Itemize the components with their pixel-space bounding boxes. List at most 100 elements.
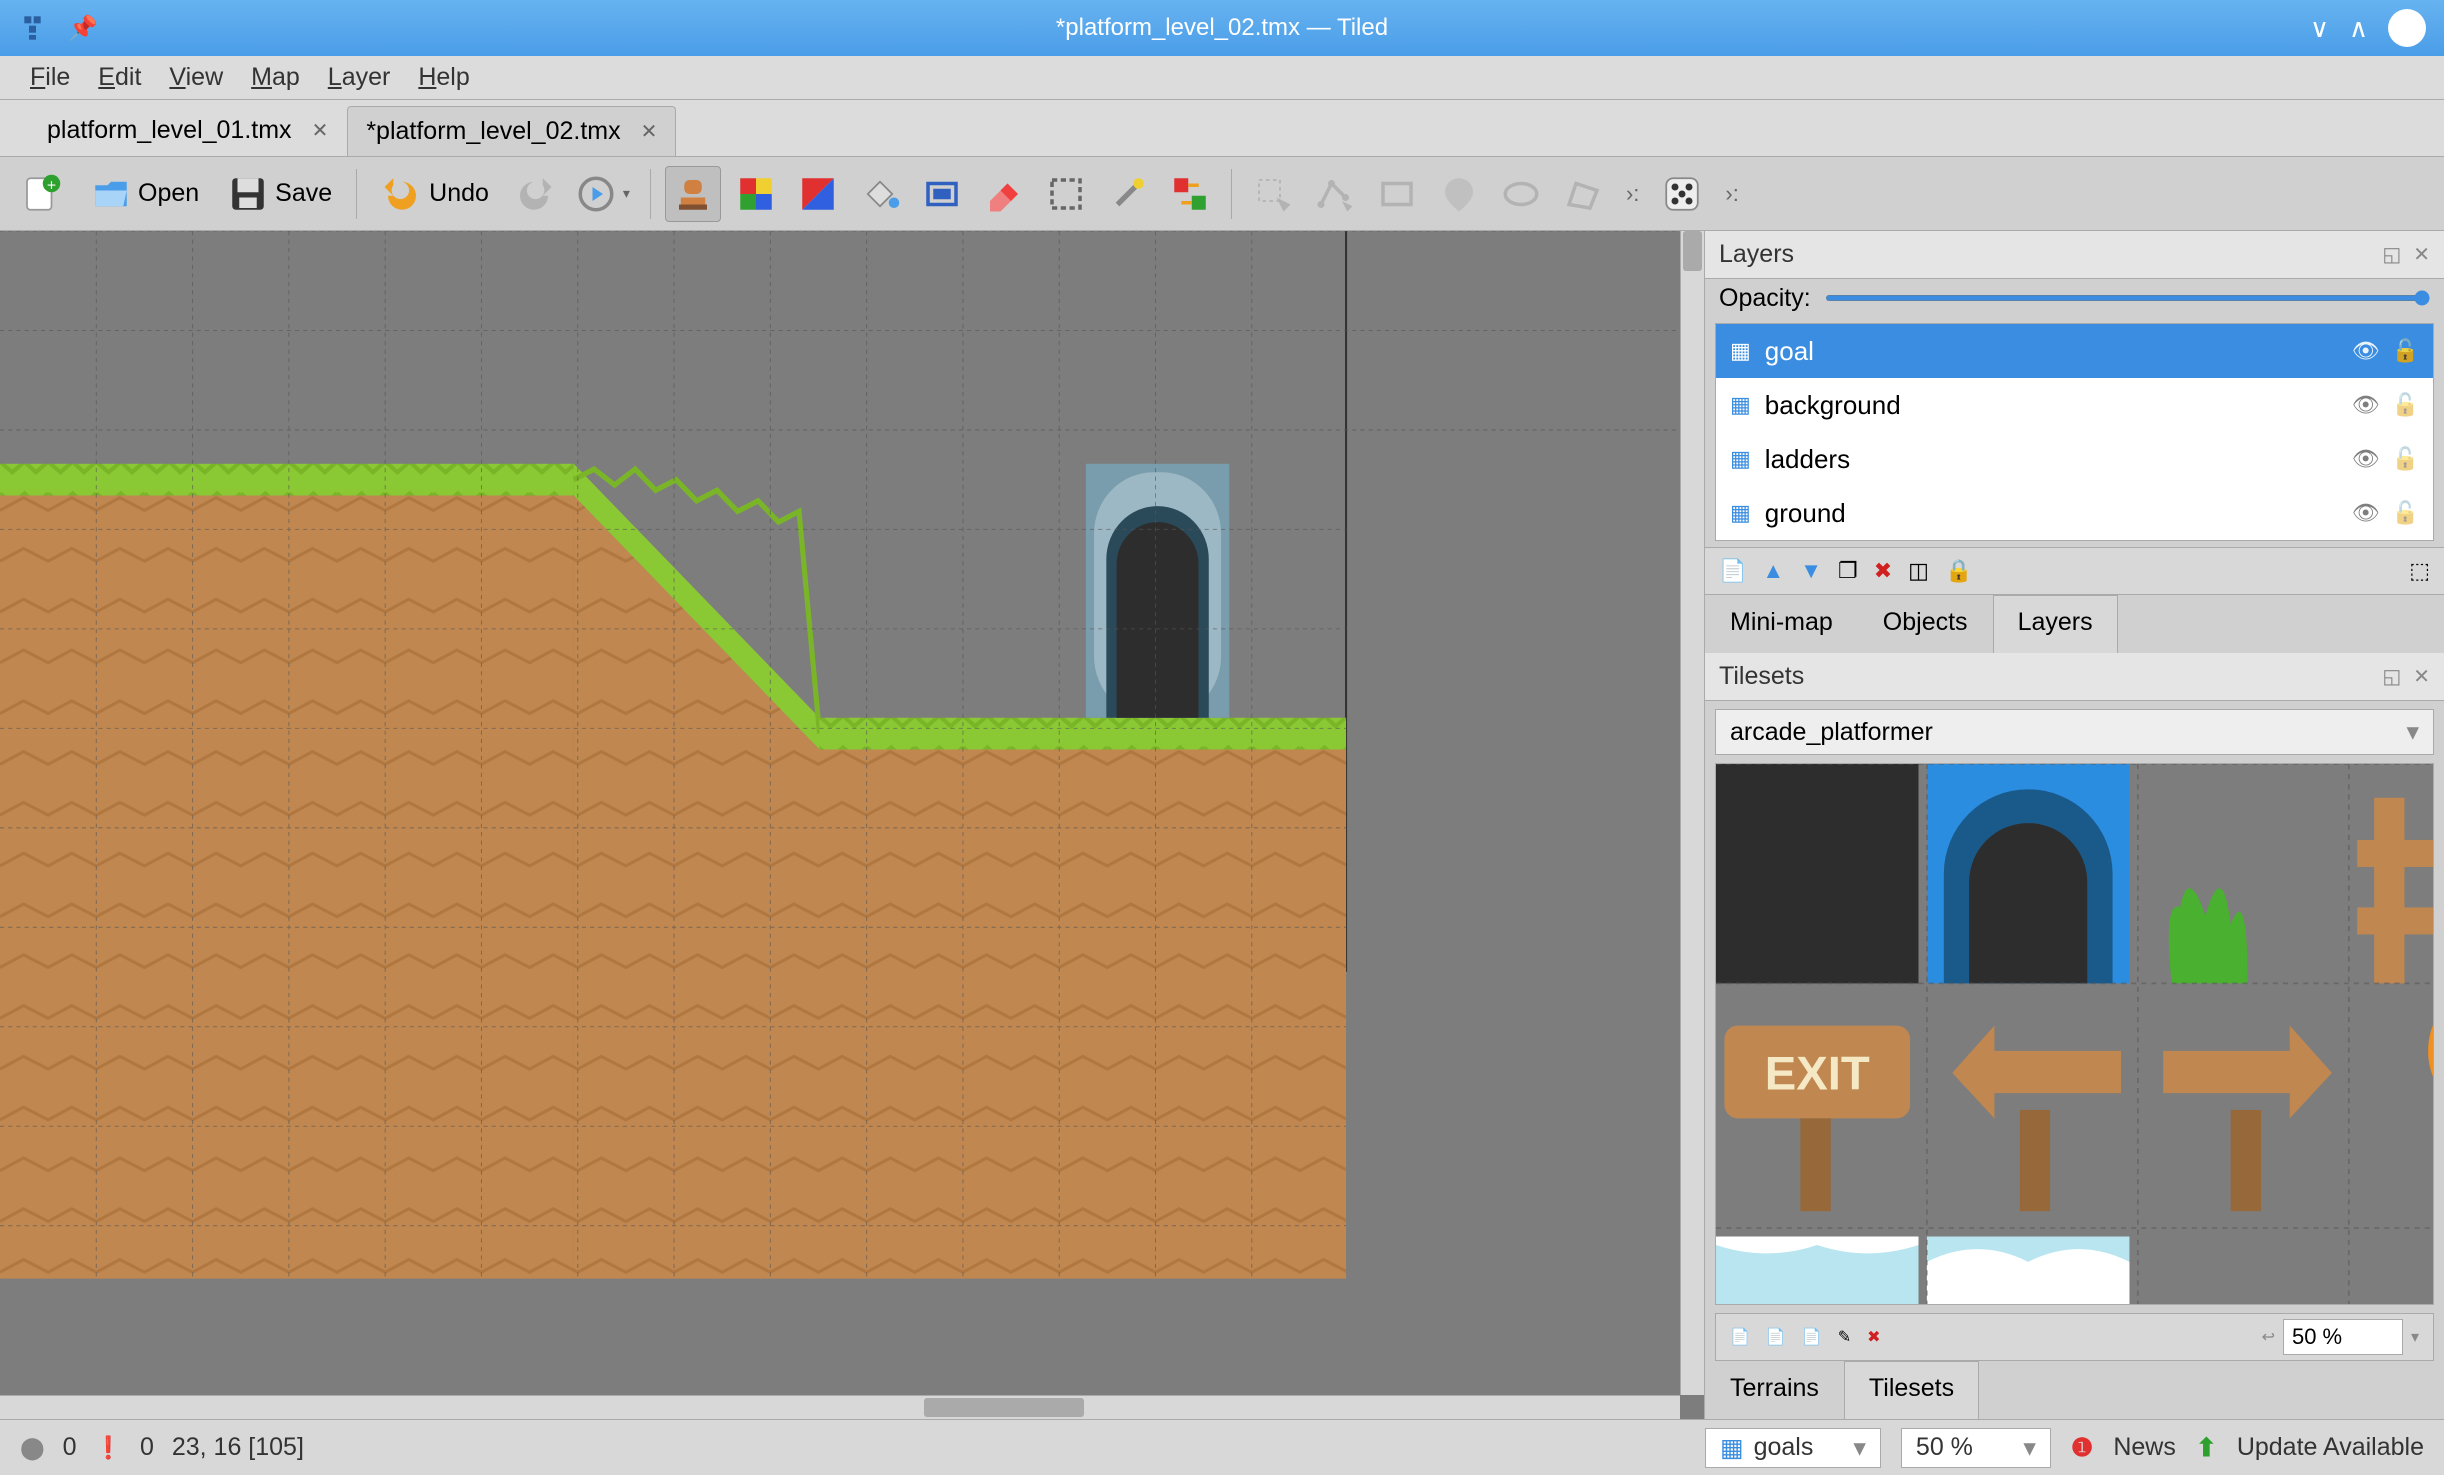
layers-tab[interactable]: Layers	[1993, 595, 2118, 653]
tile-layer-icon: ▦	[1730, 446, 1751, 472]
zoom-input[interactable]: 50 %▾	[1901, 1428, 2051, 1468]
menu-file[interactable]: File	[30, 63, 70, 92]
shape-fill-tool[interactable]	[915, 167, 969, 221]
layers-panel-header: Layers ◱✕	[1705, 231, 2444, 279]
layers-panel-tabs: Mini-map Objects Layers	[1705, 595, 2444, 653]
panel-close-icon[interactable]: ✕	[2413, 242, 2430, 267]
menu-edit[interactable]: Edit	[98, 63, 141, 92]
opacity-slider[interactable]	[1825, 295, 2430, 301]
document-tab[interactable]: platform_level_01.tmx ✕	[28, 105, 347, 156]
rect-select-tool[interactable]	[1039, 167, 1093, 221]
tab-label: *platform_level_02.tmx	[366, 117, 620, 146]
export-tileset-icon[interactable]: 📄	[1802, 1327, 1822, 1347]
dynamic-wrap-icon[interactable]: ↩	[2262, 1327, 2275, 1347]
news-link[interactable]: News	[2113, 1433, 2176, 1462]
wang-brush-tool[interactable]	[791, 167, 845, 221]
random-mode-button[interactable]	[1655, 167, 1709, 221]
layer-row[interactable]: ▦ goal 👁🔓	[1716, 324, 2433, 378]
maximize-button[interactable]: ∧	[2349, 13, 2368, 44]
lock-all-icon[interactable]: 🔒	[1945, 558, 1972, 584]
embed-tileset-icon[interactable]: 📄	[1766, 1327, 1786, 1347]
menu-layer[interactable]: Layer	[328, 63, 391, 92]
tab-close-icon[interactable]: ✕	[641, 119, 658, 144]
tile-layer-icon: ▦	[1730, 500, 1751, 526]
new-button[interactable]: +	[10, 167, 72, 221]
objects-tab[interactable]: Objects	[1858, 595, 1993, 653]
toggle-other-icon[interactable]: ◫	[1908, 558, 1929, 584]
lock-icon[interactable]: 🔓	[2392, 500, 2419, 526]
select-same-tool[interactable]	[1163, 167, 1217, 221]
menu-map[interactable]: Map	[251, 63, 300, 92]
bucket-fill-tool[interactable]	[853, 167, 907, 221]
visibility-icon[interactable]: 👁	[2352, 338, 2380, 364]
layer-row[interactable]: ▦ ladders 👁🔓	[1716, 432, 2433, 486]
minimap-tab[interactable]: Mini-map	[1705, 595, 1858, 653]
tilesets-panel-tabs: Terrains Tilesets	[1705, 1361, 2444, 1419]
insert-ellipse-tool[interactable]	[1494, 167, 1548, 221]
tileset-view[interactable]: EXIT	[1715, 763, 2434, 1305]
duplicate-layer-icon[interactable]: ❐	[1838, 558, 1858, 584]
new-tileset-icon[interactable]: 📄	[1730, 1327, 1750, 1347]
tileset-selector[interactable]: arcade_platformer ▾	[1715, 709, 2434, 755]
error-icon[interactable]: ⬤	[20, 1435, 45, 1461]
insert-rectangle-tool[interactable]	[1370, 167, 1424, 221]
tab-close-icon[interactable]: ✕	[312, 118, 329, 143]
layer-row[interactable]: ▦ background 👁🔓	[1716, 378, 2433, 432]
toolbar-overflow[interactable]: ›:	[1717, 181, 1746, 207]
window-close-button[interactable]: ✕	[2388, 9, 2426, 47]
visibility-icon[interactable]: 👁	[2352, 446, 2380, 472]
menu-view[interactable]: View	[169, 63, 223, 92]
command-button[interactable]: ▾	[569, 167, 636, 221]
terrains-tab[interactable]: Terrains	[1705, 1361, 1844, 1419]
layer-row[interactable]: ▦ ground 👁🔓	[1716, 486, 2433, 540]
redo-button[interactable]	[507, 167, 561, 221]
delete-layer-icon[interactable]: ✖	[1874, 558, 1892, 584]
layer-list: ▦ goal 👁🔓 ▦ background 👁🔓 ▦ ladders 👁🔓 ▦…	[1715, 323, 2434, 541]
tileset-zoom-input[interactable]	[2283, 1319, 2403, 1355]
magic-wand-tool[interactable]	[1101, 167, 1155, 221]
new-layer-icon[interactable]: 📄	[1719, 558, 1746, 584]
toolbar-overflow[interactable]: ›:	[1618, 181, 1647, 207]
undo-button[interactable]: Undo	[371, 167, 499, 221]
delete-tileset-icon[interactable]: ✖	[1867, 1327, 1880, 1347]
tileset-toolbar: 📄 📄 📄 ✎ ✖ ↩ ▾	[1715, 1313, 2434, 1361]
map-canvas-area[interactable]	[0, 231, 1704, 1419]
move-up-icon[interactable]: ▲	[1762, 558, 1784, 584]
dropdown-icon[interactable]: ▾	[2411, 1327, 2419, 1347]
lock-icon[interactable]: 🔓	[2392, 392, 2419, 418]
edit-polygons-tool[interactable]	[1308, 167, 1362, 221]
tilesets-tab[interactable]: Tilesets	[1844, 1361, 1979, 1419]
layer-highlight-icon[interactable]: ⬚	[2409, 558, 2430, 584]
current-layer-selector[interactable]: ▦ goals ▾	[1705, 1428, 1881, 1468]
insert-point-tool[interactable]	[1432, 167, 1486, 221]
map-vertical-scrollbar[interactable]	[1680, 231, 1704, 1395]
visibility-icon[interactable]: 👁	[2352, 500, 2380, 526]
update-link[interactable]: Update Available	[2237, 1433, 2424, 1462]
map-horizontal-scrollbar[interactable]	[0, 1395, 1680, 1419]
edit-tileset-icon[interactable]: ✎	[1838, 1327, 1851, 1347]
warning-icon[interactable]: ❗	[95, 1435, 122, 1461]
lock-icon[interactable]: 🔓	[2392, 446, 2419, 472]
panel-float-icon[interactable]: ◱	[2382, 242, 2401, 267]
document-tab[interactable]: *platform_level_02.tmx ✕	[347, 106, 676, 156]
open-button[interactable]: Open	[80, 167, 209, 221]
tile-layer-icon: ▦	[1720, 1433, 1744, 1463]
move-down-icon[interactable]: ▼	[1800, 558, 1822, 584]
panel-close-icon[interactable]: ✕	[2413, 664, 2430, 689]
save-button[interactable]: Save	[217, 167, 342, 221]
layers-toolbar: 📄 ▲ ▼ ❐ ✖ ◫ 🔒 ⬚	[1705, 547, 2444, 595]
terrain-brush-tool[interactable]	[729, 167, 783, 221]
update-icon: ⬆	[2196, 1433, 2217, 1463]
pin-icon[interactable]: 📌	[68, 14, 98, 43]
select-objects-tool[interactable]	[1246, 167, 1300, 221]
panel-float-icon[interactable]: ◱	[2382, 664, 2401, 689]
insert-polygon-tool[interactable]	[1556, 167, 1610, 221]
menu-help[interactable]: Help	[418, 63, 469, 92]
minimize-button[interactable]: ∨	[2310, 13, 2329, 44]
lock-icon[interactable]: 🔓	[2392, 338, 2419, 364]
eraser-tool[interactable]	[977, 167, 1031, 221]
svg-text:EXIT: EXIT	[1765, 1048, 1870, 1101]
stamp-tool[interactable]	[665, 166, 721, 222]
visibility-icon[interactable]: 👁	[2352, 392, 2380, 418]
status-bar: ⬤0 ❗0 23, 16 [105] ▦ goals ▾ 50 %▾ ❶News…	[0, 1419, 2444, 1475]
